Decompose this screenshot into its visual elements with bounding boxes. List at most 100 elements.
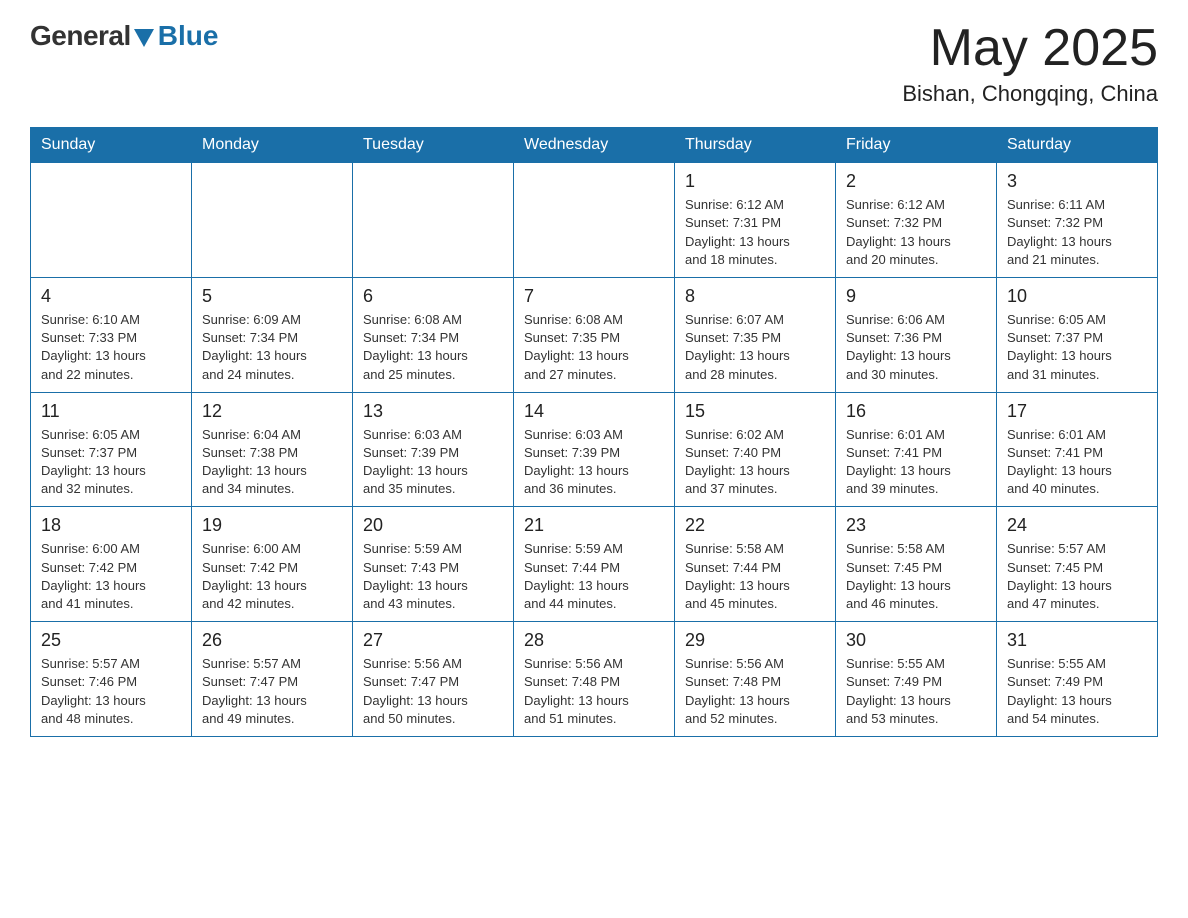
day-number: 23 xyxy=(846,515,986,536)
calendar-cell-4-4: 21Sunrise: 5:59 AM Sunset: 7:44 PM Dayli… xyxy=(514,507,675,622)
logo-general-text: General xyxy=(30,20,131,52)
calendar-cell-5-3: 27 Sunrise: 5:56 AM Sunset: 7:47 PM Dayli… xyxy=(353,622,514,737)
col-tuesday: Tuesday xyxy=(353,128,514,163)
day-info: Sunrise: 5:58 AM Sunset: 7:44 PM Dayligh… xyxy=(685,540,825,613)
logo-triangle-icon xyxy=(134,29,154,47)
calendar-cell-2-2: 5 Sunrise: 6:09 AM Sunset: 7:34 PM Daylig… xyxy=(192,277,353,392)
day-info: Sunrise: 6:00 AM Sunset: 7:42 PM Dayligh… xyxy=(202,540,342,613)
col-sunday: Sunday xyxy=(31,128,192,163)
col-thursday: Thursday xyxy=(675,128,836,163)
day-number: 6 xyxy=(363,286,503,307)
day-info: Sunrise: 6:08 AM Sunset: 7:34 PM Dayligh… xyxy=(363,311,503,384)
day-info: Sunrise: 6:04 AM Sunset: 7:38 PM Dayligh… xyxy=(202,426,342,499)
day-number: 28 xyxy=(524,630,664,651)
day-number: 31 xyxy=(1007,630,1147,651)
day-number: 15 xyxy=(685,401,825,422)
day-info: Sunrise: 6:01 AM Sunset: 7:41 PM Dayligh… xyxy=(846,426,986,499)
day-number: 13 xyxy=(363,401,503,422)
calendar-cell-5-6: 30 Sunrise: 5:55 AM Sunset: 7:49 PM Dayli… xyxy=(836,622,997,737)
location-subtitle: Bishan, Chongqing, China xyxy=(902,81,1158,107)
calendar-cell-5-5: 29Sunrise: 5:56 AM Sunset: 7:48 PM Dayli… xyxy=(675,622,836,737)
day-number: 5 xyxy=(202,286,342,307)
day-info: Sunrise: 6:06 AM Sunset: 7:36 PM Dayligh… xyxy=(846,311,986,384)
day-number: 17 xyxy=(1007,401,1147,422)
calendar-cell-3-3: 13Sunrise: 6:03 AM Sunset: 7:39 PM Dayli… xyxy=(353,392,514,507)
day-number: 26 xyxy=(202,630,342,651)
day-info: Sunrise: 5:57 AM Sunset: 7:46 PM Dayligh… xyxy=(41,655,181,728)
week-row-5: 25 Sunrise: 5:57 AM Sunset: 7:46 PM Dayli… xyxy=(31,622,1158,737)
calendar-cell-1-7: 3Sunrise: 6:11 AM Sunset: 7:32 PM Daylig… xyxy=(997,163,1158,278)
calendar-cell-4-5: 22 Sunrise: 5:58 AM Sunset: 7:44 PM Dayli… xyxy=(675,507,836,622)
day-number: 7 xyxy=(524,286,664,307)
calendar-cell-3-2: 12 Sunrise: 6:04 AM Sunset: 7:38 PM Dayli… xyxy=(192,392,353,507)
calendar-cell-5-4: 28 Sunrise: 5:56 AM Sunset: 7:48 PM Dayli… xyxy=(514,622,675,737)
calendar-cell-3-5: 15 Sunrise: 6:02 AM Sunset: 7:40 PM Dayli… xyxy=(675,392,836,507)
calendar-cell-1-2 xyxy=(192,163,353,278)
calendar-cell-3-4: 14 Sunrise: 6:03 AM Sunset: 7:39 PM Dayli… xyxy=(514,392,675,507)
day-info: Sunrise: 6:00 AM Sunset: 7:42 PM Dayligh… xyxy=(41,540,181,613)
day-number: 14 xyxy=(524,401,664,422)
day-info: Sunrise: 5:56 AM Sunset: 7:48 PM Dayligh… xyxy=(524,655,664,728)
calendar-cell-5-7: 31Sunrise: 5:55 AM Sunset: 7:49 PM Dayli… xyxy=(997,622,1158,737)
day-number: 18 xyxy=(41,515,181,536)
day-info: Sunrise: 5:56 AM Sunset: 7:47 PM Dayligh… xyxy=(363,655,503,728)
day-info: Sunrise: 6:05 AM Sunset: 7:37 PM Dayligh… xyxy=(1007,311,1147,384)
title-section: May 2025 Bishan, Chongqing, China xyxy=(902,20,1158,107)
calendar-cell-4-2: 19Sunrise: 6:00 AM Sunset: 7:42 PM Dayli… xyxy=(192,507,353,622)
calendar-cell-2-4: 7Sunrise: 6:08 AM Sunset: 7:35 PM Daylig… xyxy=(514,277,675,392)
day-info: Sunrise: 5:57 AM Sunset: 7:47 PM Dayligh… xyxy=(202,655,342,728)
calendar-cell-5-1: 25 Sunrise: 5:57 AM Sunset: 7:46 PM Dayli… xyxy=(31,622,192,737)
calendar-table: Sunday Monday Tuesday Wednesday Thursday… xyxy=(30,127,1158,737)
calendar-cell-1-1 xyxy=(31,163,192,278)
week-row-1: 1 Sunrise: 6:12 AM Sunset: 7:31 PM Daylig… xyxy=(31,163,1158,278)
day-info: Sunrise: 6:07 AM Sunset: 7:35 PM Dayligh… xyxy=(685,311,825,384)
calendar-cell-4-7: 24Sunrise: 5:57 AM Sunset: 7:45 PM Dayli… xyxy=(997,507,1158,622)
day-info: Sunrise: 6:02 AM Sunset: 7:40 PM Dayligh… xyxy=(685,426,825,499)
week-row-4: 18 Sunrise: 6:00 AM Sunset: 7:42 PM Dayli… xyxy=(31,507,1158,622)
day-info: Sunrise: 5:55 AM Sunset: 7:49 PM Dayligh… xyxy=(846,655,986,728)
day-info: Sunrise: 6:05 AM Sunset: 7:37 PM Dayligh… xyxy=(41,426,181,499)
day-info: Sunrise: 6:12 AM Sunset: 7:31 PM Dayligh… xyxy=(685,196,825,269)
calendar-cell-2-6: 9 Sunrise: 6:06 AM Sunset: 7:36 PM Daylig… xyxy=(836,277,997,392)
calendar-cell-1-3 xyxy=(353,163,514,278)
calendar-cell-4-6: 23 Sunrise: 5:58 AM Sunset: 7:45 PM Dayli… xyxy=(836,507,997,622)
month-year-title: May 2025 xyxy=(902,20,1158,77)
calendar-cell-2-1: 4 Sunrise: 6:10 AM Sunset: 7:33 PM Daylig… xyxy=(31,277,192,392)
day-number: 25 xyxy=(41,630,181,651)
day-info: Sunrise: 5:59 AM Sunset: 7:43 PM Dayligh… xyxy=(363,540,503,613)
day-number: 9 xyxy=(846,286,986,307)
col-saturday: Saturday xyxy=(997,128,1158,163)
calendar-cell-5-2: 26 Sunrise: 5:57 AM Sunset: 7:47 PM Dayli… xyxy=(192,622,353,737)
calendar-cell-1-5: 1 Sunrise: 6:12 AM Sunset: 7:31 PM Daylig… xyxy=(675,163,836,278)
day-number: 2 xyxy=(846,171,986,192)
day-number: 4 xyxy=(41,286,181,307)
calendar-cell-4-3: 20Sunrise: 5:59 AM Sunset: 7:43 PM Dayli… xyxy=(353,507,514,622)
day-number: 30 xyxy=(846,630,986,651)
day-number: 16 xyxy=(846,401,986,422)
day-number: 1 xyxy=(685,171,825,192)
calendar-cell-3-6: 16 Sunrise: 6:01 AM Sunset: 7:41 PM Dayli… xyxy=(836,392,997,507)
day-number: 10 xyxy=(1007,286,1147,307)
day-info: Sunrise: 5:58 AM Sunset: 7:45 PM Dayligh… xyxy=(846,540,986,613)
day-number: 12 xyxy=(202,401,342,422)
day-info: Sunrise: 6:01 AM Sunset: 7:41 PM Dayligh… xyxy=(1007,426,1147,499)
day-info: Sunrise: 6:10 AM Sunset: 7:33 PM Dayligh… xyxy=(41,311,181,384)
day-info: Sunrise: 6:09 AM Sunset: 7:34 PM Dayligh… xyxy=(202,311,342,384)
calendar-cell-4-1: 18 Sunrise: 6:00 AM Sunset: 7:42 PM Dayli… xyxy=(31,507,192,622)
day-number: 11 xyxy=(41,401,181,422)
day-info: Sunrise: 6:12 AM Sunset: 7:32 PM Dayligh… xyxy=(846,196,986,269)
day-number: 24 xyxy=(1007,515,1147,536)
logo-blue-text: Blue xyxy=(158,20,219,52)
day-info: Sunrise: 6:03 AM Sunset: 7:39 PM Dayligh… xyxy=(524,426,664,499)
calendar-cell-3-1: 11 Sunrise: 6:05 AM Sunset: 7:37 PM Dayli… xyxy=(31,392,192,507)
calendar-cell-3-7: 17 Sunrise: 6:01 AM Sunset: 7:41 PM Dayli… xyxy=(997,392,1158,507)
logo: General Blue xyxy=(30,20,218,52)
calendar-cell-1-6: 2 Sunrise: 6:12 AM Sunset: 7:32 PM Daylig… xyxy=(836,163,997,278)
day-number: 8 xyxy=(685,286,825,307)
day-number: 22 xyxy=(685,515,825,536)
day-number: 27 xyxy=(363,630,503,651)
calendar-cell-2-3: 6 Sunrise: 6:08 AM Sunset: 7:34 PM Daylig… xyxy=(353,277,514,392)
day-info: Sunrise: 5:59 AM Sunset: 7:44 PM Dayligh… xyxy=(524,540,664,613)
day-number: 3 xyxy=(1007,171,1147,192)
calendar-header-row: Sunday Monday Tuesday Wednesday Thursday… xyxy=(31,128,1158,163)
